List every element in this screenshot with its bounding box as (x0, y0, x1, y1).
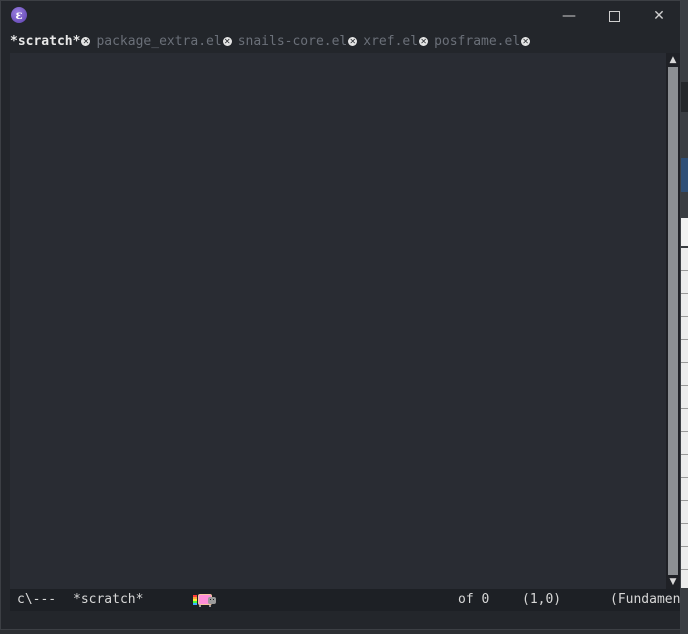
scroll-up-icon[interactable]: ▲ (666, 53, 680, 67)
maximize-icon (608, 10, 620, 22)
close-button[interactable]: ✕ (644, 5, 674, 27)
major-mode[interactable]: (Fundamental (610, 589, 680, 611)
tab-close-icon[interactable]: ✕ (348, 37, 358, 46)
tab-1[interactable]: package_extra.el ✕ (96, 31, 232, 53)
title-bar[interactable]: ε — ✕ (1, 1, 680, 31)
tab-label: snails-core.el (237, 34, 348, 49)
tab-label: *scratch* (10, 34, 81, 49)
tab-label: posframe.el (434, 34, 521, 49)
vertical-scrollbar[interactable]: ▲ ▼ (666, 53, 680, 589)
cursor-coordinates: (1,0) (522, 592, 562, 607)
tab-close-icon[interactable]: ✕ (419, 37, 429, 46)
desktop: ε — ✕ *scratch* ✕ package_extra.el ✕ snails-… (0, 0, 688, 634)
nyan-cat-icon (193, 594, 216, 607)
maximize-button[interactable] (599, 5, 629, 27)
buffer-state: c\--- (17, 592, 57, 607)
tab-close-icon[interactable]: ✕ (521, 37, 531, 46)
background-window-edge (680, 0, 688, 634)
tab-close-icon[interactable]: ✕ (222, 37, 232, 46)
tab-2[interactable]: snails-core.el ✕ (238, 31, 358, 53)
editor-area[interactable] (10, 53, 666, 589)
tab-close-icon[interactable]: ✕ (81, 37, 91, 46)
buffer-position: of 0 (458, 592, 490, 607)
tab-0[interactable]: *scratch* ✕ (10, 31, 91, 53)
mode-line: c\--- *scratch* of 0 (1,0) (Fundamen (10, 589, 680, 611)
minimize-button[interactable]: — (554, 5, 584, 27)
scroll-thumb[interactable] (668, 67, 678, 575)
scroll-down-icon[interactable]: ▼ (666, 575, 680, 589)
tab-label: xref.el (363, 34, 419, 49)
emacs-icon: ε (11, 7, 27, 23)
tab-3[interactable]: xref.el ✕ (363, 31, 429, 53)
tab-label: package_extra.el (96, 34, 222, 49)
tab-bar: *scratch* ✕ package_extra.el ✕ snails-core.e… (10, 31, 680, 53)
emacs-window: ε — ✕ *scratch* ✕ package_extra.el ✕ snails-… (0, 0, 681, 630)
buffer-name[interactable]: *scratch* (73, 589, 143, 611)
minibuffer[interactable] (10, 611, 680, 629)
tab-4[interactable]: posframe.el ✕ (434, 31, 531, 53)
